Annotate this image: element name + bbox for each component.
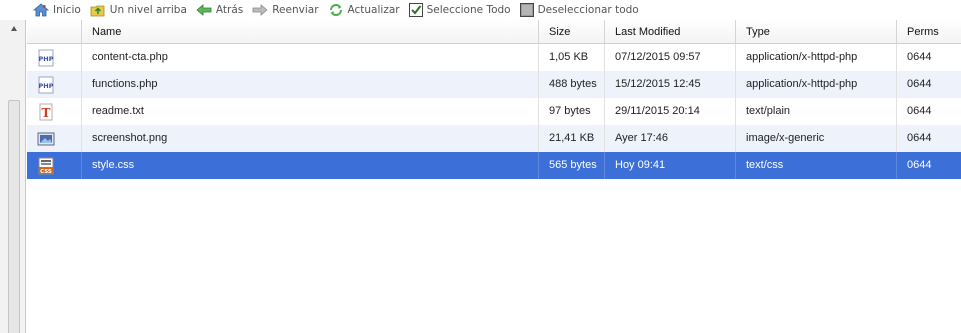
file-modified: 07/12/2015 09:57 bbox=[605, 44, 736, 71]
home-button[interactable]: Inicio bbox=[33, 3, 81, 17]
select-all-label: Seleccione Todo bbox=[426, 4, 511, 16]
svg-text:PHP: PHP bbox=[39, 55, 54, 63]
file-name: readme.txt bbox=[82, 98, 539, 125]
php-file-icon: PHP bbox=[38, 76, 54, 93]
refresh-label: Actualizar bbox=[347, 4, 400, 16]
file-row[interactable]: screenshot.png 21,41 KB Ayer 17:46 image… bbox=[27, 125, 961, 152]
file-perms: 0644 bbox=[907, 78, 932, 90]
arrow-left-icon bbox=[196, 4, 212, 16]
file-modified: Ayer 17:46 bbox=[605, 125, 736, 152]
file-size: 565 bytes bbox=[539, 152, 605, 179]
file-modified: 15/12/2015 12:45 bbox=[605, 71, 736, 98]
text-file-icon: T bbox=[39, 103, 53, 120]
file-perms: 0644 bbox=[907, 159, 932, 171]
file-type: application/x-httpd-php bbox=[736, 44, 897, 71]
file-name: content-cta.php bbox=[82, 44, 539, 71]
file-row[interactable]: T readme.txt 97 bytes 29/11/2015 20:14 t… bbox=[27, 98, 961, 125]
file-size: 488 bytes bbox=[539, 71, 605, 98]
up-level-label: Un nivel arriba bbox=[109, 4, 187, 16]
back-button[interactable]: Atrás bbox=[196, 4, 243, 16]
file-perms: 0644 bbox=[907, 132, 932, 144]
file-perms: 0644 bbox=[907, 105, 932, 117]
forward-button[interactable]: Reenviar bbox=[252, 4, 319, 16]
file-size: 97 bytes bbox=[539, 98, 605, 125]
grid-header: Name Size Last Modified Type Perms bbox=[27, 20, 961, 44]
file-size: 21,41 KB bbox=[539, 125, 605, 152]
refresh-icon bbox=[329, 4, 342, 16]
back-label: Atrás bbox=[215, 4, 244, 16]
toolbar: Inicio Un nivel arriba Atrás Reenviar Ac… bbox=[0, 0, 961, 20]
file-name: style.css bbox=[82, 152, 539, 179]
column-header-perms[interactable]: Perms bbox=[897, 20, 961, 44]
checkbox-unchecked-icon bbox=[519, 3, 534, 17]
file-size: 1,05 KB bbox=[539, 44, 605, 71]
file-name: functions.php bbox=[82, 71, 539, 98]
file-row-selected[interactable]: CSS style.css 565 bytes Hoy 09:41 text/c… bbox=[27, 152, 961, 179]
file-type: text/css bbox=[736, 152, 897, 179]
scroll-up-arrow-icon[interactable] bbox=[11, 26, 17, 31]
home-label: Inicio bbox=[53, 4, 81, 16]
folder-up-icon bbox=[90, 5, 105, 17]
file-type: application/x-httpd-php bbox=[736, 71, 897, 98]
file-row[interactable]: PHP functions.php 488 bytes 15/12/2015 1… bbox=[27, 71, 961, 98]
file-name: screenshot.png bbox=[82, 125, 539, 152]
refresh-button[interactable]: Actualizar bbox=[328, 3, 400, 17]
file-type: image/x-generic bbox=[736, 125, 897, 152]
column-header-modified[interactable]: Last Modified bbox=[605, 20, 736, 44]
select-all-button[interactable]: Seleccione Todo bbox=[408, 3, 511, 17]
php-file-icon: PHP bbox=[38, 49, 54, 66]
image-file-icon bbox=[37, 132, 55, 145]
svg-text:PHP: PHP bbox=[39, 82, 54, 90]
svg-text:T: T bbox=[42, 106, 51, 120]
folder-tree-pane bbox=[0, 20, 26, 333]
vertical-scrollbar[interactable] bbox=[8, 100, 20, 333]
file-modified: Hoy 09:41 bbox=[605, 152, 736, 179]
forward-label: Reenviar bbox=[272, 4, 319, 16]
deselect-all-button[interactable]: Deseleccionar todo bbox=[519, 3, 639, 17]
column-header-icon[interactable] bbox=[27, 20, 82, 44]
column-header-name[interactable]: Name bbox=[82, 20, 539, 44]
file-type: text/plain bbox=[736, 98, 897, 125]
arrow-right-icon bbox=[252, 4, 268, 16]
file-modified: 29/11/2015 20:14 bbox=[605, 98, 736, 125]
css-file-icon: CSS bbox=[38, 157, 54, 175]
file-row[interactable]: PHP content-cta.php 1,05 KB 07/12/2015 0… bbox=[27, 44, 961, 71]
up-level-button[interactable]: Un nivel arriba bbox=[90, 3, 187, 17]
file-perms: 0644 bbox=[907, 51, 932, 63]
file-list-grid: Name Size Last Modified Type Perms PHP c… bbox=[27, 20, 961, 333]
deselect-all-label: Deseleccionar todo bbox=[537, 4, 639, 16]
checkbox-checked-icon bbox=[408, 3, 423, 17]
column-header-size[interactable]: Size bbox=[539, 20, 605, 44]
svg-text:CSS: CSS bbox=[40, 169, 52, 175]
home-icon bbox=[33, 3, 49, 17]
column-header-type[interactable]: Type bbox=[736, 20, 897, 44]
